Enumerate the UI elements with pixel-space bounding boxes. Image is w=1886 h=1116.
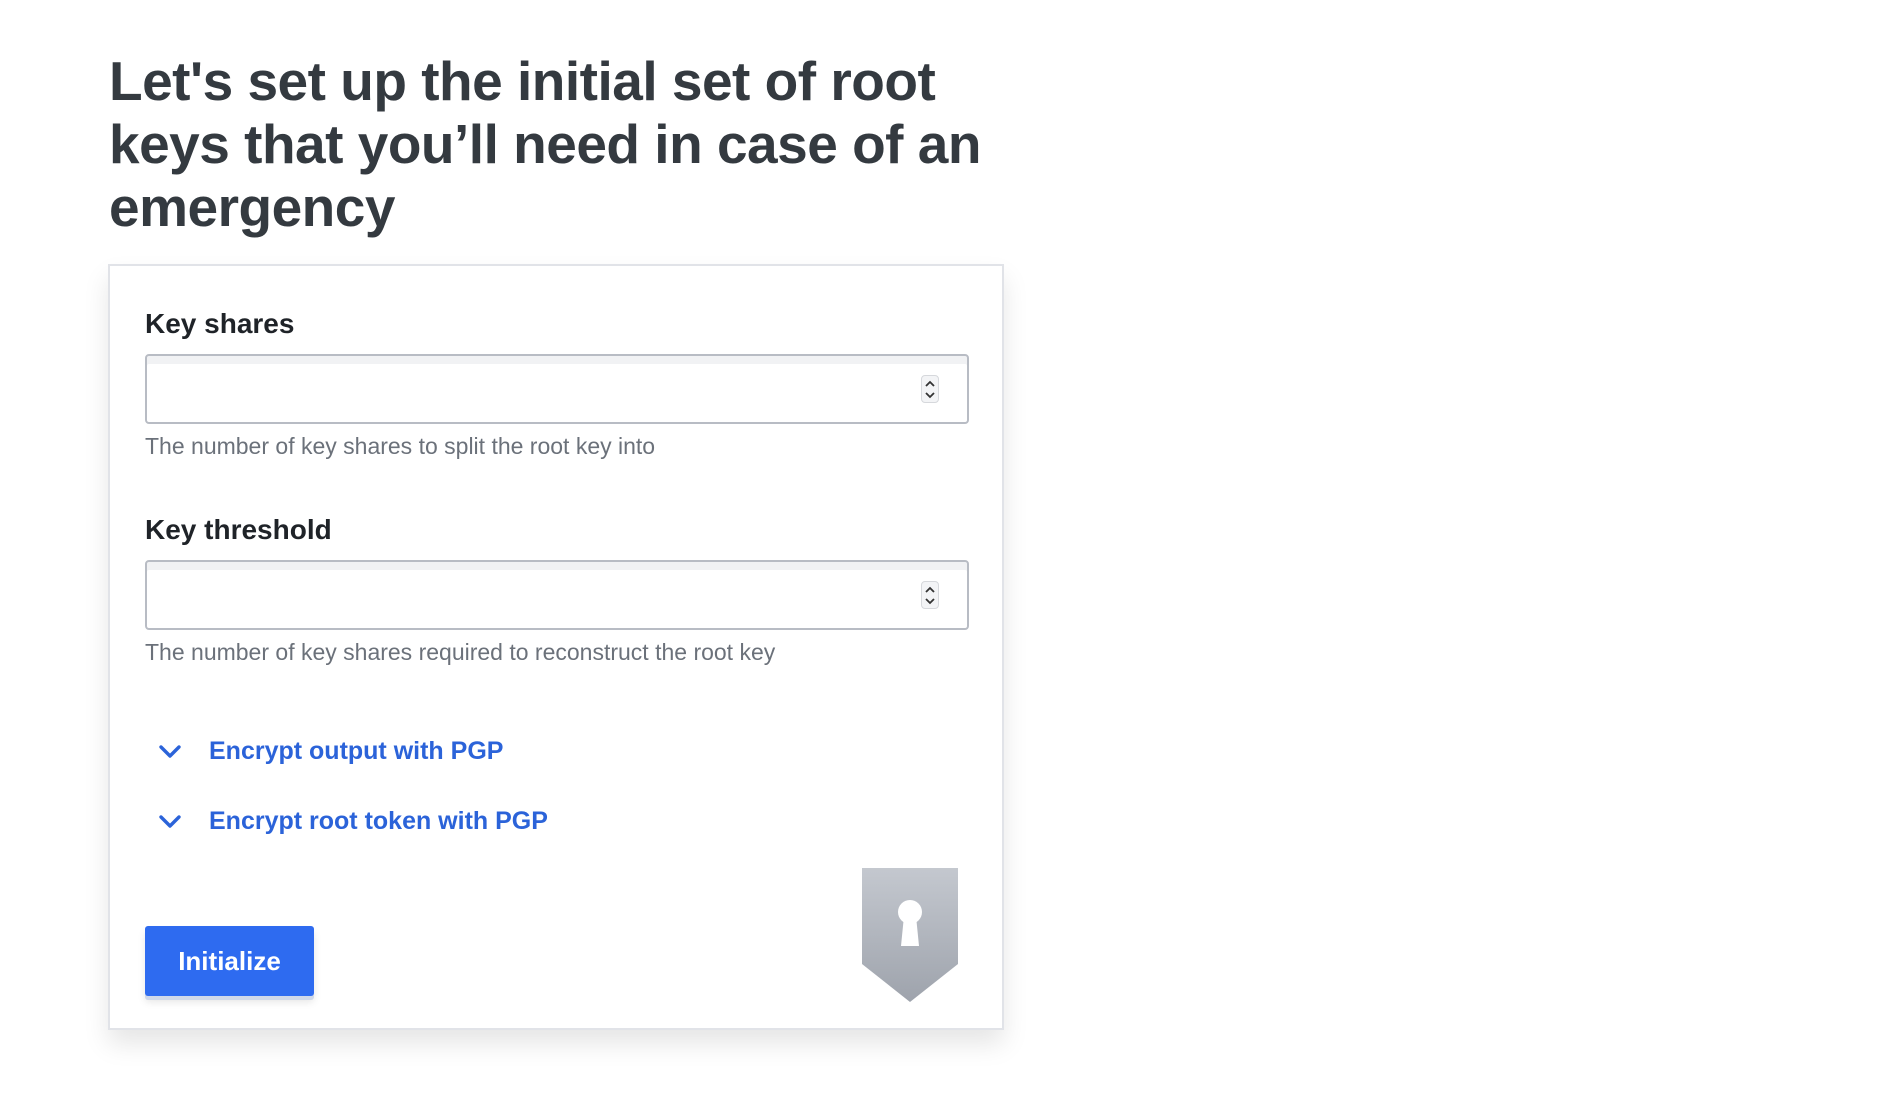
key-shares-stepper[interactable]: [921, 375, 939, 403]
step-up-icon[interactable]: [924, 585, 936, 595]
key-threshold-help: The number of key shares required to rec…: [145, 639, 776, 665]
key-threshold-stepper[interactable]: [921, 581, 939, 609]
key-shares-help: The number of key shares to split the ro…: [145, 433, 656, 459]
page: Let's set up the initial set of root key…: [0, 0, 1886, 1116]
page-title: Let's set up the initial set of root key…: [109, 50, 981, 238]
init-form-card: Key shares The number of key shares to s…: [108, 264, 1004, 1030]
toggle-encrypt-output-pgp[interactable]: Encrypt output with PGP: [155, 736, 503, 766]
key-shares-label: Key shares: [145, 308, 295, 339]
step-down-icon[interactable]: [924, 596, 936, 606]
key-threshold-input[interactable]: [147, 562, 907, 628]
key-shares-input[interactable]: [147, 356, 907, 422]
toggle-label: Encrypt output with PGP: [209, 736, 504, 765]
step-up-icon[interactable]: [924, 379, 936, 389]
step-down-icon[interactable]: [924, 390, 936, 400]
key-threshold-field[interactable]: [145, 560, 969, 630]
toggle-encrypt-root-token-pgp[interactable]: Encrypt root token with PGP: [155, 806, 548, 836]
toggle-label: Encrypt root token with PGP: [209, 806, 548, 835]
key-threshold-label: Key threshold: [145, 514, 332, 545]
key-shares-field[interactable]: [145, 354, 969, 424]
chevron-down-icon: [159, 745, 181, 758]
chevron-down-icon: [159, 815, 181, 828]
shield-illustration: [690, 711, 1002, 1028]
initialize-button[interactable]: Initialize: [145, 926, 314, 996]
